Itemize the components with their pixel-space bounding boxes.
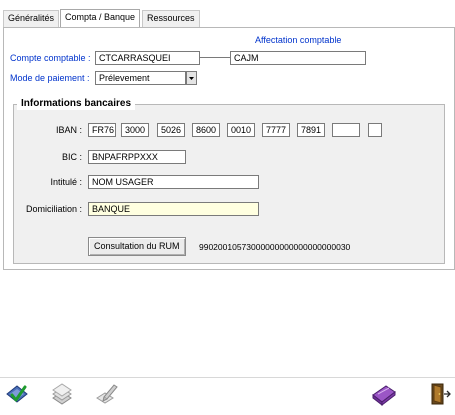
edit-icon[interactable] <box>94 381 120 407</box>
iban-part-7[interactable]: 7891 <box>297 123 325 137</box>
tab-generalites[interactable]: Généralités <box>3 10 60 27</box>
affectation-connector-line <box>200 57 230 58</box>
informations-bancaires-title: Informations bancaires <box>17 98 136 110</box>
iban-part-2[interactable]: 3000 <box>121 123 149 137</box>
affectation-comptable-field[interactable]: CAJM <box>230 51 366 65</box>
compte-comptable-field[interactable]: CTCARRASQUEI <box>95 51 200 65</box>
domiciliation-label: Domiciliation : <box>25 204 82 214</box>
iban-label: IBAN : <box>55 125 82 135</box>
tab-ressources[interactable]: Ressources <box>142 10 200 27</box>
bic-field[interactable]: BNPAFRPPXXX <box>88 150 186 164</box>
mode-paiement-label: Mode de paiement : <box>10 73 90 83</box>
mode-paiement-value: Prélevement <box>99 73 150 83</box>
tab-compta-banque[interactable]: Compta / Banque <box>60 9 141 27</box>
iban-part-6[interactable]: 7777 <box>262 123 290 137</box>
rum-value: 99020010573000000000000000000030 <box>199 242 351 252</box>
iban-part-3[interactable]: 5026 <box>157 123 185 137</box>
validate-icon[interactable] <box>4 381 30 407</box>
exit-door-icon[interactable] <box>427 381 453 407</box>
iban-part-8[interactable] <box>332 123 360 137</box>
iban-part-9[interactable] <box>368 123 382 137</box>
bic-label: BIC : <box>61 152 82 162</box>
iban-part-1[interactable]: FR76 <box>88 123 116 137</box>
consultation-rum-button[interactable]: Consultation du RUM <box>88 237 186 256</box>
chevron-down-icon[interactable] <box>186 71 197 85</box>
compte-comptable-label: Compte comptable : <box>10 53 91 63</box>
intitule-label: Intitulé : <box>50 177 82 187</box>
iban-part-5[interactable]: 0010 <box>227 123 255 137</box>
stack-icon[interactable] <box>49 381 75 407</box>
affectation-comptable-label: Affectation comptable <box>255 35 342 45</box>
eraser-icon[interactable] <box>371 381 397 407</box>
intitule-field[interactable]: NOM USAGER <box>88 175 259 189</box>
domiciliation-field[interactable]: BANQUE <box>88 202 259 216</box>
mode-paiement-select[interactable]: Prélevement <box>95 71 186 85</box>
iban-part-4[interactable]: 8600 <box>192 123 220 137</box>
